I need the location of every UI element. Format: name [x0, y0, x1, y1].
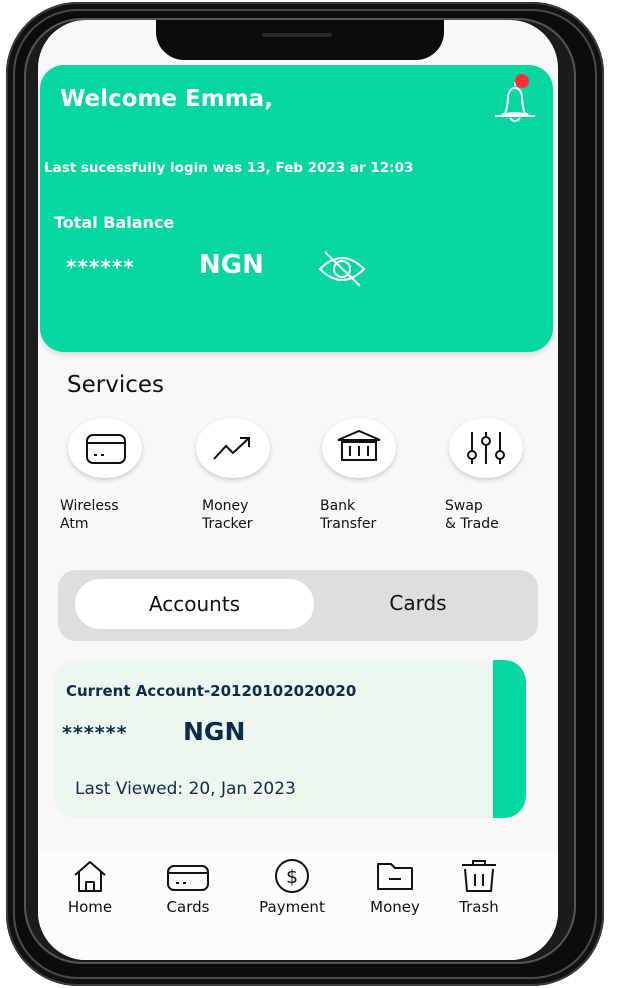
nav-home[interactable]: Home [45, 858, 135, 916]
account-currency: NGN [183, 717, 246, 746]
balance-currency: NGN [199, 250, 264, 280]
service-label-swap-trade: Swap & Trade [445, 498, 499, 532]
service-wireless-atm-button[interactable] [68, 418, 142, 478]
nav-payment[interactable]: $ Payment [247, 858, 337, 916]
service-money-tracker-button[interactable] [196, 418, 270, 478]
account-last-viewed: Last Viewed: 20, Jan 2023 [75, 779, 296, 799]
app-screen: Welcome Emma, Last sucessfully login was… [38, 20, 558, 960]
account-masked-balance: ****** [62, 722, 128, 744]
services-title: Services [67, 372, 164, 398]
phone-notch [156, 20, 444, 60]
nav-label-cards: Cards [166, 898, 210, 916]
card-icon [167, 865, 209, 891]
trash-icon [462, 860, 496, 892]
last-viewed-label: Last Viewed [75, 779, 178, 799]
nav-label-trash: Trash [459, 898, 499, 916]
card-icon [86, 434, 126, 464]
folder-icon [377, 863, 413, 890]
last-login-text: Last sucessfully login was 13, Feb 2023 … [44, 160, 414, 176]
service-label-money-tracker: Money Tracker [202, 498, 253, 532]
nav-cards[interactable]: Cards [143, 858, 233, 916]
account-name: Current Account-20120102020020 [66, 682, 357, 700]
trending-up-icon [213, 437, 250, 460]
tab-cards[interactable]: Cards [368, 579, 468, 629]
service-label-bank-transfer: Bank Transfer [320, 498, 377, 532]
nav-label-money: Money [370, 898, 420, 916]
nav-label-home: Home [67, 898, 113, 916]
service-swap-trade-button[interactable] [449, 418, 523, 478]
account-card-accent [493, 660, 526, 818]
nav-money[interactable]: Money [350, 858, 440, 916]
service-bank-transfer-button[interactable] [322, 418, 396, 478]
dollar-icon: $ [275, 859, 309, 893]
tab-accounts[interactable]: Accounts [75, 579, 314, 629]
eye-off-icon[interactable] [316, 248, 368, 290]
phone-speaker [262, 33, 332, 37]
last-viewed-date: : 20, Jan 2023 [177, 779, 296, 799]
nav-trash[interactable]: Trash [434, 858, 524, 916]
home-icon [74, 861, 106, 892]
welcome-text: Welcome Emma, [60, 86, 273, 112]
nav-label-payment: Payment [259, 898, 325, 916]
total-balance-label: Total Balance [54, 213, 175, 232]
service-label-wireless-atm: Wireless Atm [60, 498, 119, 532]
sliders-icon [467, 432, 505, 464]
svg-text:$: $ [286, 866, 298, 888]
notification-dot [515, 74, 529, 88]
bank-icon [337, 429, 381, 461]
balance-masked-value: ****** [66, 255, 135, 279]
